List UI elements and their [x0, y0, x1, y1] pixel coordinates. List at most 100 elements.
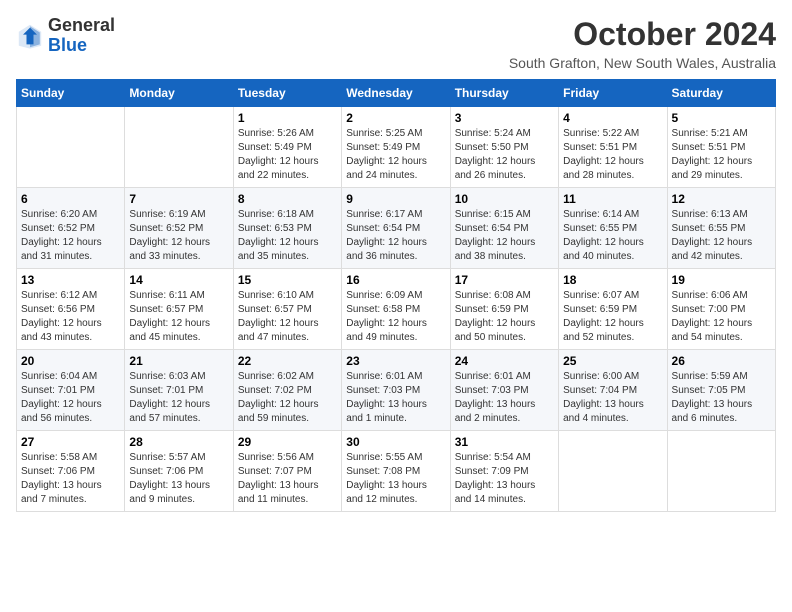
day-info: Sunrise: 6:17 AM Sunset: 6:54 PM Dayligh… — [346, 208, 445, 264]
month-title: October 2024 — [509, 16, 776, 53]
calendar-cell: 9 Sunrise: 6:17 AM Sunset: 6:54 PM Daylig… — [342, 188, 450, 269]
calendar-cell: 22 Sunrise: 6:02 AM Sunset: 7:02 PM Dayli… — [233, 350, 341, 431]
calendar-cell: 2Sunrise: 5:25 AM Sunset: 5:49 PM Daylig… — [342, 107, 450, 188]
day-number: 1 — [238, 111, 337, 125]
day-info: Sunrise: 5:26 AM Sunset: 5:49 PM Dayligh… — [238, 127, 337, 183]
day-info: Sunrise: 6:12 AM Sunset: 6:56 PM Dayligh… — [21, 289, 120, 345]
day-number: 15 — [238, 273, 337, 287]
day-number: 14 — [129, 273, 228, 287]
logo-icon — [16, 22, 44, 50]
day-info: Sunrise: 6:11 AM Sunset: 6:57 PM Dayligh… — [129, 289, 228, 345]
day-info: Sunrise: 5:57 AM Sunset: 7:06 PM Dayligh… — [129, 451, 228, 507]
weekday-header-row: SundayMondayTuesdayWednesdayThursdayFrid… — [17, 80, 776, 107]
calendar-cell — [667, 431, 775, 512]
calendar-table: SundayMondayTuesdayWednesdayThursdayFrid… — [16, 79, 776, 512]
calendar-cell: 29Sunrise: 5:56 AM Sunset: 7:07 PM Dayli… — [233, 431, 341, 512]
day-info: Sunrise: 6:00 AM Sunset: 7:04 PM Dayligh… — [563, 370, 662, 426]
day-info: Sunrise: 6:08 AM Sunset: 6:59 PM Dayligh… — [455, 289, 554, 345]
calendar-cell: 21Sunrise: 6:03 AM Sunset: 7:01 PM Dayli… — [125, 350, 233, 431]
calendar-cell: 13 Sunrise: 6:12 AM Sunset: 6:56 PM Dayli… — [17, 269, 125, 350]
day-number: 12 — [672, 192, 771, 206]
day-info: Sunrise: 6:13 AM Sunset: 6:55 PM Dayligh… — [672, 208, 771, 264]
day-info: Sunrise: 6:06 AM Sunset: 7:00 PM Dayligh… — [672, 289, 771, 345]
calendar-cell: 31Sunrise: 5:54 AM Sunset: 7:09 PM Dayli… — [450, 431, 558, 512]
day-number: 9 — [346, 192, 445, 206]
calendar-cell — [559, 431, 667, 512]
calendar-cell: 23 Sunrise: 6:01 AM Sunset: 7:03 PM Dayli… — [342, 350, 450, 431]
calendar-cell: 26 Sunrise: 5:59 AM Sunset: 7:05 PM Dayli… — [667, 350, 775, 431]
day-info: Sunrise: 6:15 AM Sunset: 6:54 PM Dayligh… — [455, 208, 554, 264]
calendar-week-3: 13 Sunrise: 6:12 AM Sunset: 6:56 PM Dayli… — [17, 269, 776, 350]
day-info: Sunrise: 6:01 AM Sunset: 7:03 PM Dayligh… — [346, 370, 445, 426]
day-number: 21 — [129, 354, 228, 368]
calendar-week-2: 6 Sunrise: 6:20 AM Sunset: 6:52 PM Daylig… — [17, 188, 776, 269]
calendar-cell: 28 Sunrise: 5:57 AM Sunset: 7:06 PM Dayli… — [125, 431, 233, 512]
weekday-tuesday: Tuesday — [233, 80, 341, 107]
day-info: Sunrise: 5:59 AM Sunset: 7:05 PM Dayligh… — [672, 370, 771, 426]
calendar-cell: 27Sunrise: 5:58 AM Sunset: 7:06 PM Dayli… — [17, 431, 125, 512]
day-number: 13 — [21, 273, 120, 287]
calendar-cell: 12 Sunrise: 6:13 AM Sunset: 6:55 PM Dayli… — [667, 188, 775, 269]
calendar-cell — [125, 107, 233, 188]
day-info: Sunrise: 6:10 AM Sunset: 6:57 PM Dayligh… — [238, 289, 337, 345]
day-number: 7 — [129, 192, 228, 206]
day-info: Sunrise: 5:54 AM Sunset: 7:09 PM Dayligh… — [455, 451, 554, 507]
day-info: Sunrise: 6:18 AM Sunset: 6:53 PM Dayligh… — [238, 208, 337, 264]
calendar-cell: 25 Sunrise: 6:00 AM Sunset: 7:04 PM Dayli… — [559, 350, 667, 431]
day-number: 5 — [672, 111, 771, 125]
day-info: Sunrise: 6:02 AM Sunset: 7:02 PM Dayligh… — [238, 370, 337, 426]
day-number: 22 — [238, 354, 337, 368]
weekday-wednesday: Wednesday — [342, 80, 450, 107]
day-number: 16 — [346, 273, 445, 287]
calendar-cell — [17, 107, 125, 188]
weekday-thursday: Thursday — [450, 80, 558, 107]
day-number: 27 — [21, 435, 120, 449]
weekday-monday: Monday — [125, 80, 233, 107]
calendar-week-5: 27Sunrise: 5:58 AM Sunset: 7:06 PM Dayli… — [17, 431, 776, 512]
day-number: 17 — [455, 273, 554, 287]
weekday-friday: Friday — [559, 80, 667, 107]
day-number: 6 — [21, 192, 120, 206]
day-info: Sunrise: 5:55 AM Sunset: 7:08 PM Dayligh… — [346, 451, 445, 507]
weekday-saturday: Saturday — [667, 80, 775, 107]
day-number: 19 — [672, 273, 771, 287]
calendar-cell: 20Sunrise: 6:04 AM Sunset: 7:01 PM Dayli… — [17, 350, 125, 431]
day-info: Sunrise: 6:01 AM Sunset: 7:03 PM Dayligh… — [455, 370, 554, 426]
day-number: 2 — [346, 111, 445, 125]
day-info: Sunrise: 6:07 AM Sunset: 6:59 PM Dayligh… — [563, 289, 662, 345]
day-info: Sunrise: 6:19 AM Sunset: 6:52 PM Dayligh… — [129, 208, 228, 264]
calendar-cell: 8Sunrise: 6:18 AM Sunset: 6:53 PM Daylig… — [233, 188, 341, 269]
logo-text: General Blue — [48, 16, 115, 56]
day-number: 4 — [563, 111, 662, 125]
calendar-cell: 7 Sunrise: 6:19 AM Sunset: 6:52 PM Daylig… — [125, 188, 233, 269]
day-number: 30 — [346, 435, 445, 449]
day-info: Sunrise: 5:21 AM Sunset: 5:51 PM Dayligh… — [672, 127, 771, 183]
title-section: October 2024 South Grafton, New South Wa… — [509, 16, 776, 71]
logo: General Blue — [16, 16, 115, 56]
calendar-cell: 6 Sunrise: 6:20 AM Sunset: 6:52 PM Daylig… — [17, 188, 125, 269]
calendar-cell: 17 Sunrise: 6:08 AM Sunset: 6:59 PM Dayli… — [450, 269, 558, 350]
day-number: 18 — [563, 273, 662, 287]
calendar-cell: 5 Sunrise: 5:21 AM Sunset: 5:51 PM Daylig… — [667, 107, 775, 188]
calendar-cell: 18 Sunrise: 6:07 AM Sunset: 6:59 PM Dayli… — [559, 269, 667, 350]
calendar-cell: 3Sunrise: 5:24 AM Sunset: 5:50 PM Daylig… — [450, 107, 558, 188]
calendar-week-1: 1 Sunrise: 5:26 AM Sunset: 5:49 PM Daylig… — [17, 107, 776, 188]
page-header: General Blue October 2024 South Grafton,… — [16, 16, 776, 71]
day-number: 25 — [563, 354, 662, 368]
day-number: 20 — [21, 354, 120, 368]
day-number: 29 — [238, 435, 337, 449]
calendar-cell: 30 Sunrise: 5:55 AM Sunset: 7:08 PM Dayli… — [342, 431, 450, 512]
day-number: 28 — [129, 435, 228, 449]
calendar-cell: 24Sunrise: 6:01 AM Sunset: 7:03 PM Dayli… — [450, 350, 558, 431]
day-number: 11 — [563, 192, 662, 206]
calendar-cell: 1 Sunrise: 5:26 AM Sunset: 5:49 PM Daylig… — [233, 107, 341, 188]
calendar-cell: 10 Sunrise: 6:15 AM Sunset: 6:54 PM Dayli… — [450, 188, 558, 269]
day-info: Sunrise: 6:09 AM Sunset: 6:58 PM Dayligh… — [346, 289, 445, 345]
calendar-cell: 19 Sunrise: 6:06 AM Sunset: 7:00 PM Dayli… — [667, 269, 775, 350]
day-number: 26 — [672, 354, 771, 368]
calendar-body: 1 Sunrise: 5:26 AM Sunset: 5:49 PM Daylig… — [17, 107, 776, 512]
day-info: Sunrise: 6:20 AM Sunset: 6:52 PM Dayligh… — [21, 208, 120, 264]
calendar-cell: 16 Sunrise: 6:09 AM Sunset: 6:58 PM Dayli… — [342, 269, 450, 350]
day-number: 23 — [346, 354, 445, 368]
day-number: 10 — [455, 192, 554, 206]
